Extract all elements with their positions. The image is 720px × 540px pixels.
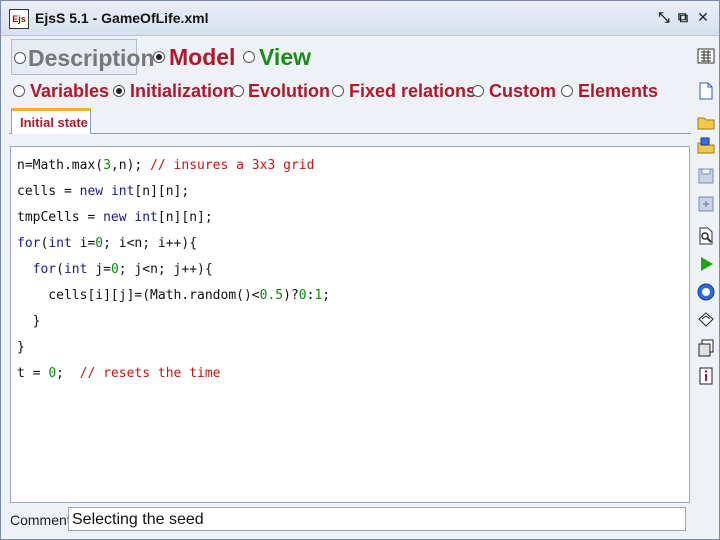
code-line-4: for(int i=0; i<n; i++){ <box>17 236 198 251</box>
radio-initialization[interactable] <box>113 85 125 97</box>
tab-initial-state[interactable]: Initial state <box>11 108 91 134</box>
bookmark-icon[interactable] <box>697 311 715 329</box>
run-icon[interactable] <box>697 255 715 273</box>
main-tabs: Description Model View <box>1 39 691 77</box>
radio-elements[interactable] <box>561 85 573 97</box>
tab-initialization[interactable]: Initialization <box>130 81 234 102</box>
detach-icon[interactable]: ⧉ <box>675 10 691 26</box>
new-file-icon[interactable] <box>697 82 715 100</box>
open-model-icon[interactable] <box>697 137 715 155</box>
app-logo-text: Ejs <box>12 14 26 24</box>
code-line-6: cells[i][j]=(Math.random()<0.5)?0:1; <box>17 288 331 303</box>
display-options-icon[interactable] <box>697 47 715 65</box>
tab-description[interactable]: Description <box>11 39 155 75</box>
code-line-7: } <box>17 314 41 329</box>
save-as-icon[interactable] <box>697 195 715 213</box>
window-title: EjsS 5.1 - GameOfLife.xml <box>35 10 209 26</box>
app-window: Ejs EjsS 5.1 - GameOfLife.xml ⤡ ⧉ ✕ Desc… <box>0 0 720 540</box>
radio-description[interactable] <box>14 52 26 64</box>
radio-view[interactable] <box>243 51 255 63</box>
code-line-8: } <box>17 340 25 355</box>
right-toolbar <box>693 39 719 539</box>
app-logo: Ejs <box>9 9 29 29</box>
comment-bar: Comment Selecting the seed <box>10 507 688 533</box>
title-bar: Ejs EjsS 5.1 - GameOfLife.xml ⤡ ⧉ ✕ <box>1 1 719 36</box>
tab-model-label: Model <box>169 44 236 70</box>
comment-field[interactable]: Selecting the seed <box>68 507 686 531</box>
help-icon[interactable] <box>697 283 715 301</box>
information-icon[interactable] <box>697 367 715 385</box>
tab-variables[interactable]: Variables <box>30 81 109 102</box>
code-editor[interactable]: n=Math.max(3,n); // insures a 3x3 grid c… <box>10 146 690 503</box>
open-folder-icon[interactable] <box>697 113 715 131</box>
page-tab-strip: Initial state <box>9 107 691 134</box>
code-line-2: cells = new int[n][n]; <box>17 184 190 199</box>
comment-label: Comment <box>10 512 71 528</box>
tab-description-label: Description <box>28 45 155 71</box>
radio-evolution[interactable] <box>232 85 244 97</box>
code-line-3: tmpCells = new int[n][n]; <box>17 210 213 225</box>
code-line-5: for(int j=0; j<n; j++){ <box>32 262 213 277</box>
restore-icon[interactable]: ⤡ <box>656 10 672 26</box>
code-line-1: n=Math.max(3,n); // insures a 3x3 grid <box>17 158 315 173</box>
close-icon[interactable]: ✕ <box>695 10 711 26</box>
tab-fixed-relations[interactable]: Fixed relations <box>349 81 476 102</box>
radio-custom[interactable] <box>472 85 484 97</box>
code-line-9: t = 0; // resets the time <box>17 366 221 381</box>
tab-evolution[interactable]: Evolution <box>248 81 330 102</box>
search-icon[interactable] <box>697 227 715 245</box>
code-text[interactable]: n=Math.max(3,n); // insures a 3x3 grid c… <box>17 153 330 387</box>
model-tabs: Variables Initialization Evolution Fixed… <box>1 81 691 105</box>
tab-custom[interactable]: Custom <box>489 81 556 102</box>
save-icon[interactable] <box>697 167 715 185</box>
tab-view-label: View <box>259 44 311 70</box>
radio-variables[interactable] <box>13 85 25 97</box>
radio-model[interactable] <box>153 51 165 63</box>
radio-fixed-relations[interactable] <box>332 85 344 97</box>
info-editor-icon[interactable] <box>697 339 715 357</box>
tab-elements[interactable]: Elements <box>578 81 658 102</box>
